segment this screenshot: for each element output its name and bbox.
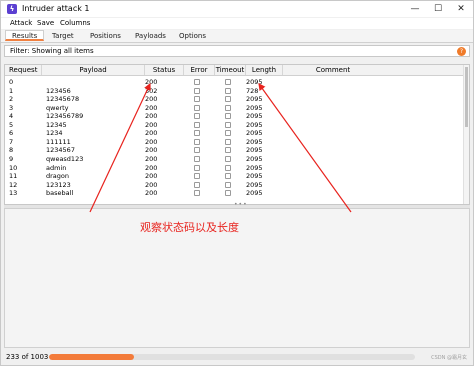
menu-save[interactable]: Save: [37, 19, 54, 27]
watermark: CSDN @霜月玄: [431, 355, 467, 361]
timeout-checkbox[interactable]: [225, 113, 231, 120]
table-row[interactable]: 13 baseball 200 2095: [5, 189, 465, 198]
vertical-scrollbar[interactable]: [463, 65, 469, 204]
menu-bar: Attack Save Columns: [1, 18, 473, 29]
menu-columns[interactable]: Columns: [60, 19, 90, 27]
request-count: 233 of 1003: [6, 353, 49, 361]
annotation-text: 观察状态码以及长度: [140, 221, 239, 234]
column-status[interactable]: Status: [145, 66, 183, 74]
error-checkbox[interactable]: [194, 113, 200, 120]
menu-attack[interactable]: Attack: [10, 19, 32, 27]
cell-status: 200: [145, 189, 158, 198]
progress-bar: [49, 354, 415, 360]
timeout-checkbox[interactable]: [225, 79, 231, 85]
column-length[interactable]: Length: [246, 66, 282, 74]
burp-lightning-icon: ϟ: [7, 4, 17, 14]
error-checkbox[interactable]: [194, 87, 200, 94]
error-checkbox[interactable]: [194, 147, 200, 154]
filter-text: Filter: Showing all items: [10, 47, 94, 55]
tab-bar: Results Target Positions Payloads Option…: [1, 30, 473, 43]
tab-results[interactable]: Results: [5, 30, 45, 41]
error-checkbox[interactable]: [194, 130, 200, 137]
column-error[interactable]: Error: [184, 66, 214, 74]
progress-fill: [49, 354, 134, 360]
minimize-button[interactable]: —: [408, 3, 422, 15]
filter-bar[interactable]: Filter: Showing all items ?: [4, 45, 470, 57]
timeout-checkbox[interactable]: [225, 121, 231, 128]
error-checkbox[interactable]: [194, 138, 200, 145]
timeout-checkbox[interactable]: [225, 87, 231, 94]
column-timeout[interactable]: Timeout: [215, 66, 245, 74]
timeout-checkbox[interactable]: [225, 147, 231, 154]
scrollbar-thumb[interactable]: [465, 67, 468, 127]
status-bar: 233 of 1003 CSDN @霜月玄: [1, 350, 473, 365]
tab-positions[interactable]: Positions: [90, 32, 121, 40]
timeout-checkbox[interactable]: [225, 155, 231, 162]
cell-length: 2095: [246, 189, 263, 198]
timeout-checkbox[interactable]: [225, 190, 231, 197]
error-checkbox[interactable]: [194, 104, 200, 111]
splitter-grip-icon[interactable]: •••: [234, 201, 248, 208]
tab-payloads[interactable]: Payloads: [135, 32, 166, 40]
column-request[interactable]: Request: [9, 66, 41, 74]
timeout-checkbox[interactable]: [225, 164, 231, 171]
error-checkbox[interactable]: [194, 155, 200, 162]
timeout-checkbox[interactable]: [225, 130, 231, 137]
timeout-checkbox[interactable]: [225, 173, 231, 180]
error-checkbox[interactable]: [194, 173, 200, 180]
tab-options[interactable]: Options: [179, 32, 206, 40]
error-checkbox[interactable]: [194, 121, 200, 128]
column-payload[interactable]: Payload: [42, 66, 144, 74]
title-bar: ϟ Intruder attack 1 — ☐ ✕: [1, 1, 473, 17]
window-title: Intruder attack 1: [22, 4, 90, 13]
cell-payload: baseball: [46, 189, 74, 198]
error-checkbox[interactable]: [194, 181, 200, 188]
timeout-checkbox[interactable]: [225, 104, 231, 111]
maximize-button[interactable]: ☐: [431, 3, 445, 15]
results-table: Request Payload Status Error Timeout Len…: [4, 64, 470, 205]
timeout-checkbox[interactable]: [225, 181, 231, 188]
timeout-checkbox[interactable]: [225, 138, 231, 145]
table-header: Request Payload Status Error Timeout Len…: [5, 65, 465, 76]
help-icon[interactable]: ?: [457, 47, 466, 56]
error-checkbox[interactable]: [194, 79, 200, 85]
error-checkbox[interactable]: [194, 96, 200, 103]
column-comment[interactable]: Comment: [283, 66, 383, 74]
error-checkbox[interactable]: [194, 164, 200, 171]
tab-target[interactable]: Target: [52, 32, 74, 40]
error-checkbox[interactable]: [194, 190, 200, 197]
intruder-window: ϟ Intruder attack 1 — ☐ ✕ Attack Save Co…: [0, 0, 474, 366]
close-button[interactable]: ✕: [454, 3, 468, 15]
cell-request: 13: [9, 189, 18, 198]
timeout-checkbox[interactable]: [225, 96, 231, 103]
